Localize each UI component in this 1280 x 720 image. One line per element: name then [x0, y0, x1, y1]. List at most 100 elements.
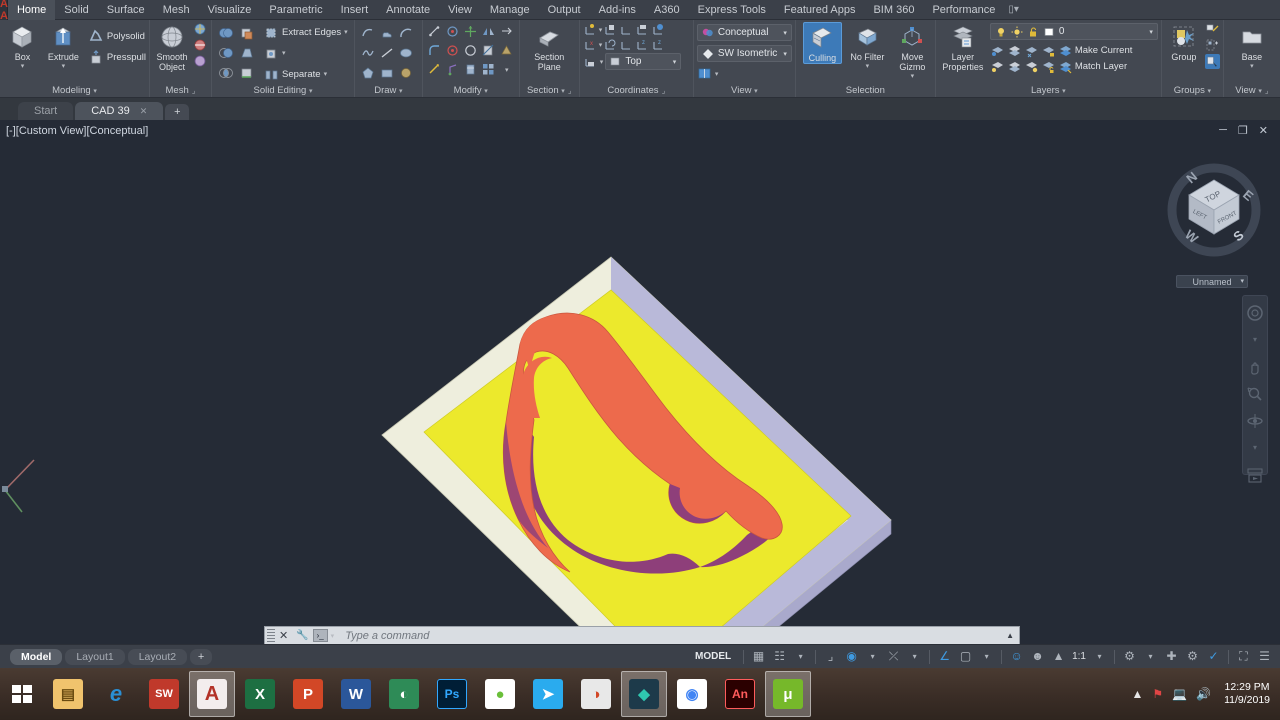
- chevron-down-icon[interactable]: ▾: [866, 62, 870, 72]
- ribbon-tab-featured-apps[interactable]: Featured Apps: [775, 0, 865, 20]
- grid-icon[interactable]: ▦: [749, 647, 768, 666]
- no-filter-button[interactable]: No Filter ▾: [848, 22, 887, 72]
- layer-freeze-icon[interactable]: [1024, 43, 1039, 58]
- layer-unisolate-icon[interactable]: [1007, 59, 1022, 74]
- wrench-icon[interactable]: 🔧: [292, 630, 312, 641]
- ribbon-tab-output[interactable]: Output: [539, 0, 590, 20]
- taskbar-item[interactable]: μ: [765, 671, 811, 717]
- polysolid-button[interactable]: Polysolid: [89, 26, 146, 46]
- chevron-down-icon[interactable]: ▾: [1246, 439, 1264, 457]
- visual-style-dropdown[interactable]: Conceptual ▾: [696, 24, 792, 41]
- layer-isolate-icon[interactable]: [1007, 43, 1022, 58]
- chevron-down-icon[interactable]: ▾: [324, 70, 328, 78]
- intersect-icon[interactable]: [218, 65, 233, 80]
- offset-icon[interactable]: [445, 62, 460, 77]
- ucs-named-icon[interactable]: [583, 54, 598, 69]
- chevron-down-icon[interactable]: ▾: [1246, 331, 1264, 349]
- taskbar-item[interactable]: SW: [141, 671, 187, 717]
- chevron-up-icon[interactable]: ▲: [1006, 631, 1019, 640]
- panel-title-groups[interactable]: Groups ▾: [1165, 84, 1220, 97]
- layout-tab-layout1[interactable]: Layout1: [65, 648, 125, 665]
- ribbon-tab-solid[interactable]: Solid: [55, 0, 97, 20]
- chevron-down-icon[interactable]: ▾: [505, 66, 509, 74]
- layer-off-icon[interactable]: [990, 43, 1005, 58]
- shell-icon[interactable]: [463, 43, 478, 58]
- steering-wheel-icon[interactable]: [1246, 304, 1264, 322]
- chevron-down-icon[interactable]: ▾: [715, 70, 719, 78]
- zoom-icon[interactable]: [1246, 385, 1264, 403]
- model-space-toggle[interactable]: MODEL: [688, 651, 738, 662]
- group-selection-icon[interactable]: [1204, 54, 1220, 69]
- polygon-icon[interactable]: [360, 65, 375, 80]
- ribbon-tab-bim360[interactable]: BIM 360: [864, 0, 923, 20]
- ucs-rotate-z-icon[interactable]: z: [651, 37, 666, 52]
- panel-title-modify[interactable]: Modify ▾: [426, 84, 516, 97]
- polar-icon[interactable]: ◉: [842, 647, 861, 666]
- ucs-origin-icon[interactable]: [651, 22, 666, 37]
- chevron-down-icon[interactable]: ▾: [863, 647, 882, 666]
- otrack-icon[interactable]: ▢: [956, 647, 975, 666]
- chevron-down-icon[interactable]: ▾: [977, 647, 996, 666]
- 3d-move-icon[interactable]: [427, 24, 442, 39]
- presspull-button[interactable]: Presspull: [89, 47, 146, 67]
- ucs-view-icon[interactable]: [635, 22, 650, 37]
- chevron-down-icon[interactable]: ▾: [282, 49, 286, 57]
- ucs-previous-icon[interactable]: [603, 37, 618, 52]
- view-orientation-dropdown[interactable]: SW Isometric ▾: [696, 45, 792, 62]
- panel-title-view[interactable]: View ▾: [697, 84, 792, 97]
- osnap-icon[interactable]: ⤫: [884, 647, 903, 666]
- ribbon-tab-home[interactable]: Home: [7, 0, 56, 20]
- ribbon-tab-performance[interactable]: Performance: [923, 0, 1004, 20]
- isolate-icon[interactable]: ✚: [1162, 647, 1181, 666]
- smooth-more-icon[interactable]: [193, 22, 208, 37]
- polyline-icon[interactable]: [360, 25, 375, 40]
- chevron-down-icon[interactable]: ▾: [791, 647, 810, 666]
- taskbar-item[interactable]: ◉: [669, 671, 715, 717]
- section-plane-button[interactable]: Section Plane: [525, 22, 573, 72]
- taskbar-item[interactable]: e: [93, 671, 139, 717]
- snap-icon[interactable]: ☷: [770, 647, 789, 666]
- 3d-mirror-icon[interactable]: [481, 24, 496, 39]
- chevron-down-icon[interactable]: ▾: [62, 62, 66, 72]
- panel-title-coordinates[interactable]: Coordinates ⌟: [583, 84, 690, 97]
- ucs-world-icon[interactable]: [583, 22, 598, 37]
- ribbon-tab-express-tools[interactable]: Express Tools: [689, 0, 775, 20]
- base-view-button[interactable]: Base ▾: [1232, 22, 1272, 72]
- solid-edit-face-icon[interactable]: [239, 25, 254, 40]
- match-layer-label[interactable]: Match Layer: [1075, 61, 1127, 72]
- taskbar-clock[interactable]: 12:29 PM 11/9/2019: [1220, 681, 1270, 707]
- ucs-zaxis-icon[interactable]: z: [635, 37, 650, 52]
- chevron-down-icon[interactable]: ▾: [600, 58, 604, 66]
- extract-icon[interactable]: [463, 62, 478, 77]
- 3d-align-icon[interactable]: [463, 24, 478, 39]
- extrude-button[interactable]: Extrude ▾: [44, 22, 83, 72]
- new-document-tab-button[interactable]: +: [165, 104, 190, 120]
- application-menu-button[interactable]: A A: [0, 0, 8, 22]
- ribbon-tab-surface[interactable]: Surface: [98, 0, 154, 20]
- volume-icon[interactable]: 🔊: [1196, 687, 1211, 701]
- ucs-3point-icon[interactable]: [619, 37, 634, 52]
- taskbar-item[interactable]: Ps: [429, 671, 475, 717]
- union-icon[interactable]: [218, 25, 233, 40]
- ribbon-tab-mesh[interactable]: Mesh: [154, 0, 199, 20]
- array-icon[interactable]: [481, 62, 496, 77]
- document-tab-start[interactable]: Start: [18, 102, 74, 120]
- chevron-down-icon[interactable]: ▾: [599, 41, 603, 49]
- chevron-down-icon[interactable]: ▾: [911, 72, 915, 82]
- command-line-grip[interactable]: [267, 628, 275, 643]
- panel-title-modeling[interactable]: Modeling ▾: [3, 84, 146, 97]
- taskbar-item[interactable]: X: [237, 671, 283, 717]
- taskbar-item[interactable]: ◐: [381, 671, 427, 717]
- chevron-down-icon[interactable]: ▾: [21, 62, 25, 72]
- annotation-scale-icon[interactable]: ▲: [1049, 647, 1068, 666]
- culling-button[interactable]: Culling: [802, 22, 842, 64]
- antivirus-icon[interactable]: ⚑: [1152, 687, 1163, 701]
- annotation-scale-value[interactable]: 1:1: [1070, 651, 1088, 662]
- ribbon-tab-insert[interactable]: Insert: [332, 0, 378, 20]
- interfere-icon[interactable]: [499, 43, 514, 58]
- taskbar-item[interactable]: W: [333, 671, 379, 717]
- line-icon[interactable]: [379, 45, 394, 60]
- chevron-down-icon[interactable]: ▾: [1141, 647, 1160, 666]
- chevron-down-icon[interactable]: ▾: [344, 28, 348, 36]
- make-current-icon[interactable]: [1058, 43, 1073, 58]
